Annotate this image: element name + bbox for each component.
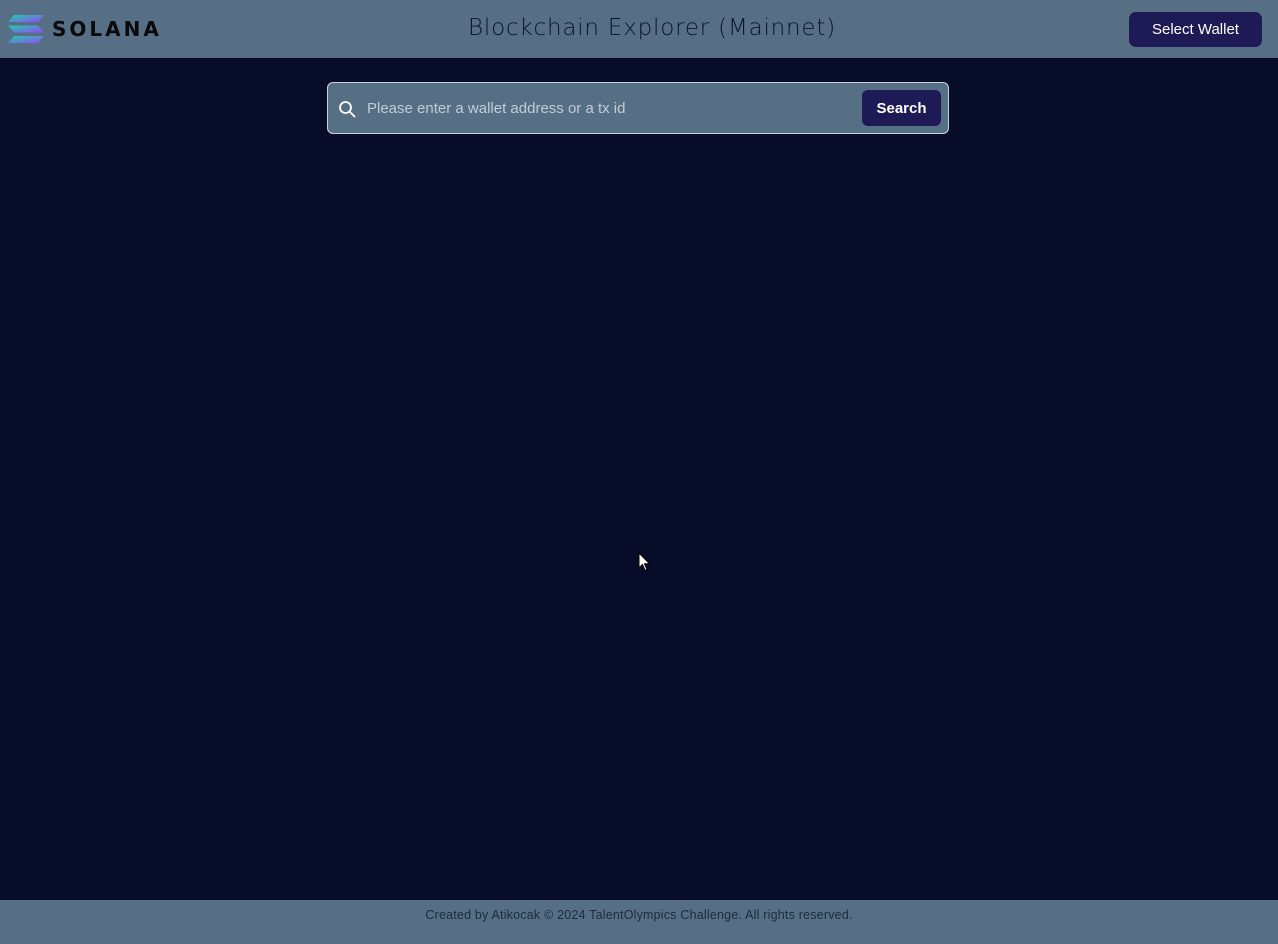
- page: SOLANA Blockchain Explorer (Mainnet) Sel…: [0, 0, 1278, 944]
- search-button[interactable]: Search: [862, 90, 941, 126]
- logo-text: SOLANA: [52, 17, 162, 41]
- select-wallet-button[interactable]: Select Wallet: [1129, 12, 1262, 47]
- footer-bar: Created by Atikocak © 2024 TalentOlympic…: [0, 900, 1278, 944]
- solana-logo[interactable]: SOLANA: [8, 15, 162, 43]
- search-bar: Search: [327, 82, 949, 134]
- search-icon: [339, 101, 356, 118]
- header-bar: SOLANA Blockchain Explorer (Mainnet) Sel…: [0, 0, 1278, 58]
- footer-text: Created by Atikocak © 2024 TalentOlympic…: [425, 908, 853, 922]
- solana-logo-icon: [8, 15, 44, 43]
- mouse-cursor-icon: [638, 552, 651, 572]
- search-input[interactable]: [367, 95, 847, 121]
- page-title: Blockchain Explorer (Mainnet): [468, 15, 836, 41]
- page-title-wrap: Blockchain Explorer (Mainnet): [0, 12, 1278, 44]
